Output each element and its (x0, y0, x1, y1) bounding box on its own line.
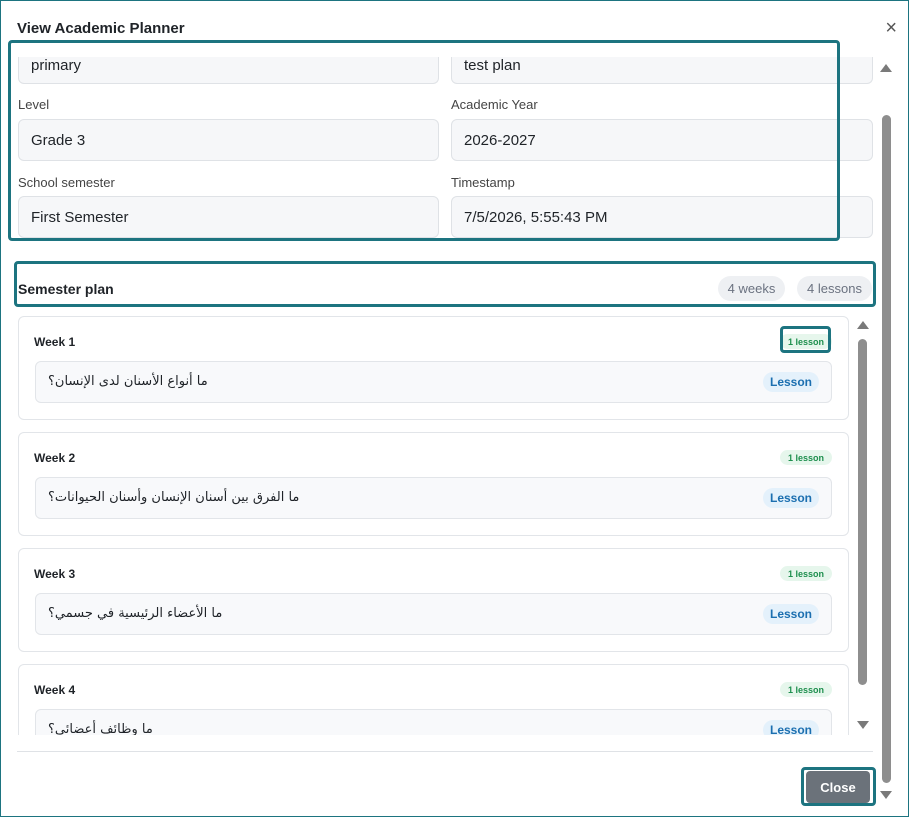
lesson-tag: Lesson (762, 488, 819, 508)
week-title: Week 2 (34, 451, 76, 465)
weeks-list[interactable]: Week 1 1 lesson ما أنواع الأسنان لدى الإ… (16, 314, 852, 735)
lesson-tag: Lesson (762, 604, 819, 624)
lesson-count-badge: 1 lesson (779, 566, 832, 581)
week-title: Week 4 (34, 683, 76, 697)
timestamp-value: 7/5/2026, 5:55:43 PM (464, 208, 608, 226)
stage-value: primary (31, 57, 82, 74)
lesson-tag: Lesson (762, 372, 819, 392)
week-card: Week 2 1 lesson ما الفرق بين أسنان الإنس… (18, 432, 849, 536)
academic-year-label: Academic Year (451, 97, 538, 112)
inner-scroll-up-icon[interactable] (857, 321, 869, 329)
lesson-item[interactable]: ما وظائف أعضائي؟ Lesson (35, 709, 832, 735)
lessons-count-pill: 4 lessons (797, 276, 872, 301)
level-label: Level (18, 97, 50, 112)
lesson-title: ما أنواع الأسنان لدى الإنسان؟ (48, 374, 208, 389)
semester-value: First Semester (31, 208, 129, 226)
plan-name-field: test plan (451, 57, 873, 84)
outer-scrollbar-thumb[interactable] (882, 115, 891, 783)
lesson-item[interactable]: ما الأعضاء الرئيسية في جسمي؟ Lesson (35, 593, 832, 635)
academic-year-field: 2026-2027 (451, 119, 873, 161)
lesson-title: ما وظائف أعضائي؟ (48, 722, 153, 735)
lesson-title: ما الأعضاء الرئيسية في جسمي؟ (48, 606, 223, 621)
week-card: Week 1 1 lesson ما أنواع الأسنان لدى الإ… (18, 316, 849, 420)
semester-plan-title: Semester plan (18, 281, 114, 297)
modal-title: View Academic Planner (17, 20, 185, 37)
level-value: Grade 3 (31, 131, 86, 149)
lesson-title: ما الفرق بين أسنان الإنسان وأسنان الحيوا… (48, 490, 300, 505)
week-title: Week 1 (34, 335, 76, 349)
outer-scroll-up-icon[interactable] (880, 64, 892, 72)
weeks-count-pill: 4 weeks (718, 276, 785, 301)
outer-scroll-down-icon[interactable] (880, 791, 892, 799)
inner-scrollbar-thumb[interactable] (858, 339, 867, 685)
semester-label: School semester (18, 175, 115, 190)
semester-field: First Semester (18, 196, 439, 238)
timestamp-field: 7/5/2026, 5:55:43 PM (451, 196, 873, 238)
academic-year-value: 2026-2027 (464, 131, 536, 149)
close-icon[interactable]: × (885, 18, 897, 38)
stage-field: primary (18, 57, 439, 84)
lesson-tag: Lesson (762, 720, 819, 735)
lesson-item[interactable]: ما أنواع الأسنان لدى الإنسان؟ Lesson (35, 361, 832, 403)
week-title: Week 3 (34, 567, 76, 581)
level-field: Grade 3 (18, 119, 439, 161)
inner-scroll-down-icon[interactable] (857, 721, 869, 729)
timestamp-label: Timestamp (451, 175, 515, 190)
footer-divider (17, 751, 873, 752)
plan-name-value: test plan (464, 57, 521, 74)
lesson-item[interactable]: ما الفرق بين أسنان الإنسان وأسنان الحيوا… (35, 477, 832, 519)
lesson-count-badge: 1 lesson (779, 450, 832, 465)
week-card: Week 3 1 lesson ما الأعضاء الرئيسية في ج… (18, 548, 849, 652)
week-card: Week 4 1 lesson ما وظائف أعضائي؟ Lesson (18, 664, 849, 735)
lesson-count-badge: 1 lesson (779, 682, 832, 697)
lesson-count-badge: 1 lesson (779, 334, 832, 349)
close-button[interactable]: Close (806, 771, 870, 803)
